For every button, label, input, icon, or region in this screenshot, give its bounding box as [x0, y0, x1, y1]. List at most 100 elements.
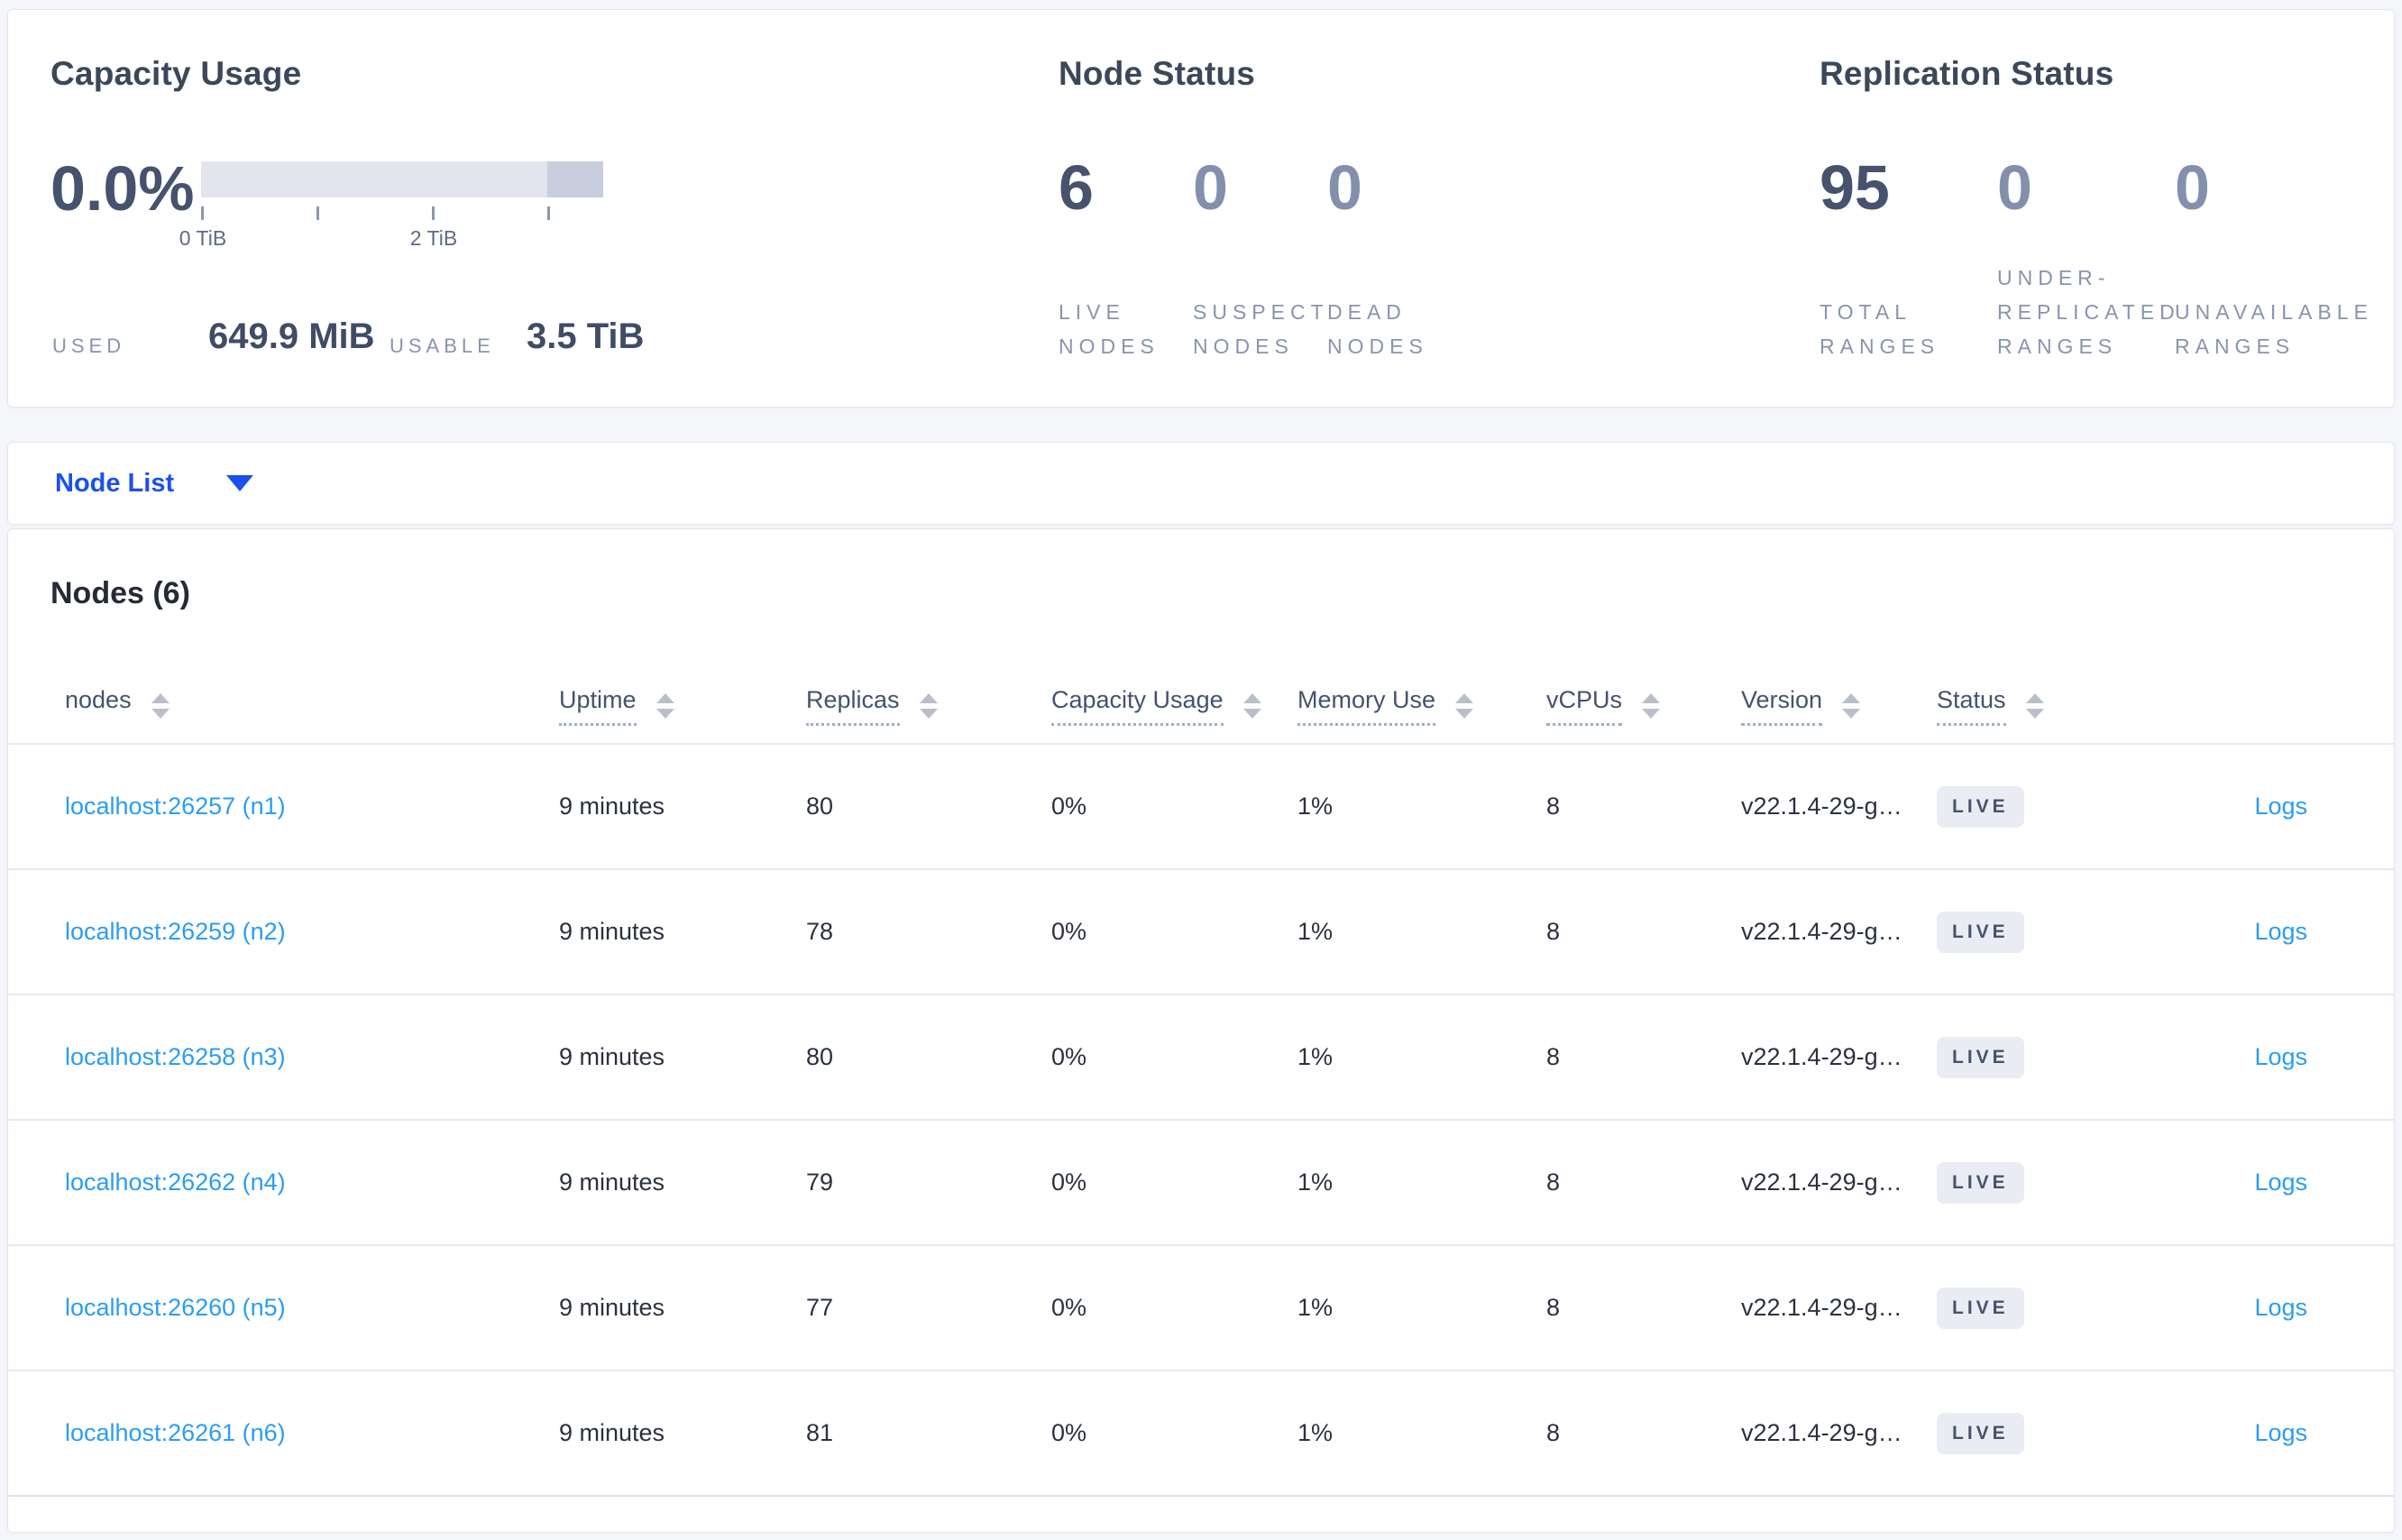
nodes-table: nodes Uptime Replicas Capacity Usage Mem… — [8, 669, 2394, 1497]
sort-icon[interactable] — [656, 693, 674, 719]
logs-link[interactable]: Logs — [2254, 918, 2307, 945]
memory-cell: 1% — [1297, 1419, 1334, 1446]
gauge-tick — [547, 206, 550, 220]
replicas-cell: 79 — [806, 1169, 834, 1196]
cluster-summary-card: Capacity Usage 0.0% 0 TiB 2 TiB USED 649… — [7, 9, 2395, 408]
node-link[interactable]: localhost:26259 (n2) — [65, 918, 286, 945]
version-cell: v22.1.4-29-g… — [1741, 1419, 1902, 1446]
column-header-version[interactable]: Version — [1741, 686, 1937, 726]
table-header-row: nodes Uptime Replicas Capacity Usage Mem… — [8, 669, 2394, 745]
uptime-cell: 9 minutes — [559, 1169, 665, 1196]
status-badge: LIVE — [1937, 1412, 2024, 1454]
replication-labels: TOTAL RANGES UNDER- REPLICATED RANGES UN… — [1820, 246, 2373, 363]
logs-link[interactable]: Logs — [2254, 1043, 2307, 1070]
node-row: localhost:26261 (n6) 9 minutes 81 0% 1% … — [8, 1371, 2394, 1497]
version-cell: v22.1.4-29-g… — [1741, 918, 1902, 945]
total-ranges-count: 95 — [1820, 152, 1890, 223]
unavailable-ranges-label: UNAVAILABLE RANGES — [2175, 300, 2373, 358]
column-header-uptime[interactable]: Uptime — [559, 686, 806, 726]
column-header-status[interactable]: Status — [1937, 686, 2120, 726]
replication-status-title: Replication Status — [1820, 55, 2114, 92]
usable-value: 3.5 TiB — [527, 316, 645, 356]
sort-icon[interactable] — [1842, 693, 1861, 719]
column-header-capacity-usage[interactable]: Capacity Usage — [1051, 686, 1297, 726]
sort-icon[interactable] — [1242, 693, 1261, 719]
gauge-tick — [316, 206, 319, 220]
node-row: localhost:26260 (n5) 9 minutes 77 0% 1% … — [8, 1246, 2394, 1371]
node-row: localhost:26262 (n4) 9 minutes 79 0% 1% … — [8, 1121, 2394, 1246]
node-link[interactable]: localhost:26260 (n5) — [65, 1294, 286, 1321]
capacity-cell: 0% — [1051, 793, 1087, 820]
node-row: localhost:26257 (n1) 9 minutes 80 0% 1% … — [8, 745, 2394, 870]
node-row: localhost:26258 (n3) 9 minutes 80 0% 1% … — [8, 995, 2394, 1121]
used-label: USED — [52, 335, 126, 357]
memory-cell: 1% — [1297, 1043, 1334, 1070]
replicas-cell: 80 — [806, 793, 834, 820]
node-list-dropdown[interactable]: Node List — [55, 443, 254, 524]
sort-icon[interactable] — [919, 693, 938, 719]
gauge-tick-label: 0 TiB — [179, 226, 227, 250]
under-replicated-ranges-label: UNDER- REPLICATED RANGES — [1997, 266, 2180, 358]
sort-icon[interactable] — [151, 693, 170, 719]
sort-icon[interactable] — [1642, 693, 1661, 719]
column-header-vcpus[interactable]: vCPUs — [1546, 686, 1741, 726]
sort-icon[interactable] — [2025, 693, 2044, 719]
node-link[interactable]: localhost:26261 (n6) — [65, 1419, 286, 1446]
node-link[interactable]: localhost:26262 (n4) — [65, 1169, 286, 1196]
view-selector-bar: Node List — [7, 442, 2395, 525]
uptime-cell: 9 minutes — [559, 1294, 665, 1321]
node-status-title: Node Status — [1059, 55, 1256, 92]
suspect-nodes-label: SUSPECT NODES — [1193, 300, 1329, 358]
memory-cell: 1% — [1297, 1294, 1334, 1321]
uptime-cell: 9 minutes — [559, 918, 665, 945]
logs-link[interactable]: Logs — [2254, 793, 2307, 820]
vcpus-cell: 8 — [1546, 1169, 1561, 1196]
memory-cell: 1% — [1297, 793, 1334, 820]
status-badge: LIVE — [1937, 1036, 2024, 1078]
status-badge: LIVE — [1937, 1161, 2024, 1204]
node-status-labels: LIVE NODES SUSPECT NODES DEAD NODES — [1059, 246, 1462, 363]
capacity-cell: 0% — [1051, 1043, 1087, 1070]
node-row: localhost:26259 (n2) 9 minutes 78 0% 1% … — [8, 870, 2394, 995]
replicas-cell: 81 — [806, 1419, 834, 1446]
status-badge: LIVE — [1937, 1287, 2024, 1329]
vcpus-cell: 8 — [1546, 1419, 1561, 1446]
vcpus-cell: 8 — [1546, 918, 1561, 945]
version-cell: v22.1.4-29-g… — [1741, 1294, 1902, 1321]
dead-nodes-count: 0 — [1327, 152, 1362, 223]
uptime-cell: 9 minutes — [559, 1043, 665, 1070]
sort-icon[interactable] — [1455, 693, 1474, 719]
capacity-cell: 0% — [1051, 918, 1087, 945]
column-header-nodes[interactable]: nodes — [65, 686, 559, 726]
replicas-cell: 77 — [806, 1294, 834, 1321]
vcpus-cell: 8 — [1546, 793, 1561, 820]
usable-label: USABLE — [390, 335, 495, 357]
gauge-tick — [201, 206, 204, 220]
vcpus-cell: 8 — [1546, 1043, 1561, 1070]
node-link[interactable]: localhost:26258 (n3) — [65, 1043, 286, 1070]
logs-link[interactable]: Logs — [2254, 1169, 2307, 1196]
capacity-gauge — [201, 161, 603, 197]
capacity-cell: 0% — [1051, 1169, 1087, 1196]
status-badge: LIVE — [1937, 785, 2024, 828]
nodes-heading: Nodes (6) — [50, 576, 190, 610]
logs-link[interactable]: Logs — [2254, 1294, 2307, 1321]
live-nodes-count: 6 — [1059, 152, 1094, 223]
total-ranges-label: TOTAL RANGES — [1820, 300, 1940, 358]
replicas-cell: 80 — [806, 1043, 834, 1070]
node-link[interactable]: localhost:26257 (n1) — [65, 793, 286, 820]
under-replicated-ranges-count: 0 — [1997, 152, 2032, 223]
capacity-percent: 0.0% — [50, 153, 195, 224]
column-header-memory-use[interactable]: Memory Use — [1297, 686, 1546, 726]
used-value: 649.9 MiB — [208, 316, 375, 356]
capacity-usage-title: Capacity Usage — [50, 55, 302, 92]
version-cell: v22.1.4-29-g… — [1741, 1169, 1902, 1196]
replication-numbers: 95 0 0 — [1820, 151, 2352, 225]
memory-cell: 1% — [1297, 1169, 1334, 1196]
chevron-down-icon — [226, 475, 254, 491]
logs-link[interactable]: Logs — [2254, 1419, 2307, 1446]
status-badge: LIVE — [1937, 911, 2024, 953]
memory-cell: 1% — [1297, 918, 1334, 945]
column-header-replicas[interactable]: Replicas — [806, 686, 1051, 726]
replicas-cell: 78 — [806, 918, 834, 945]
